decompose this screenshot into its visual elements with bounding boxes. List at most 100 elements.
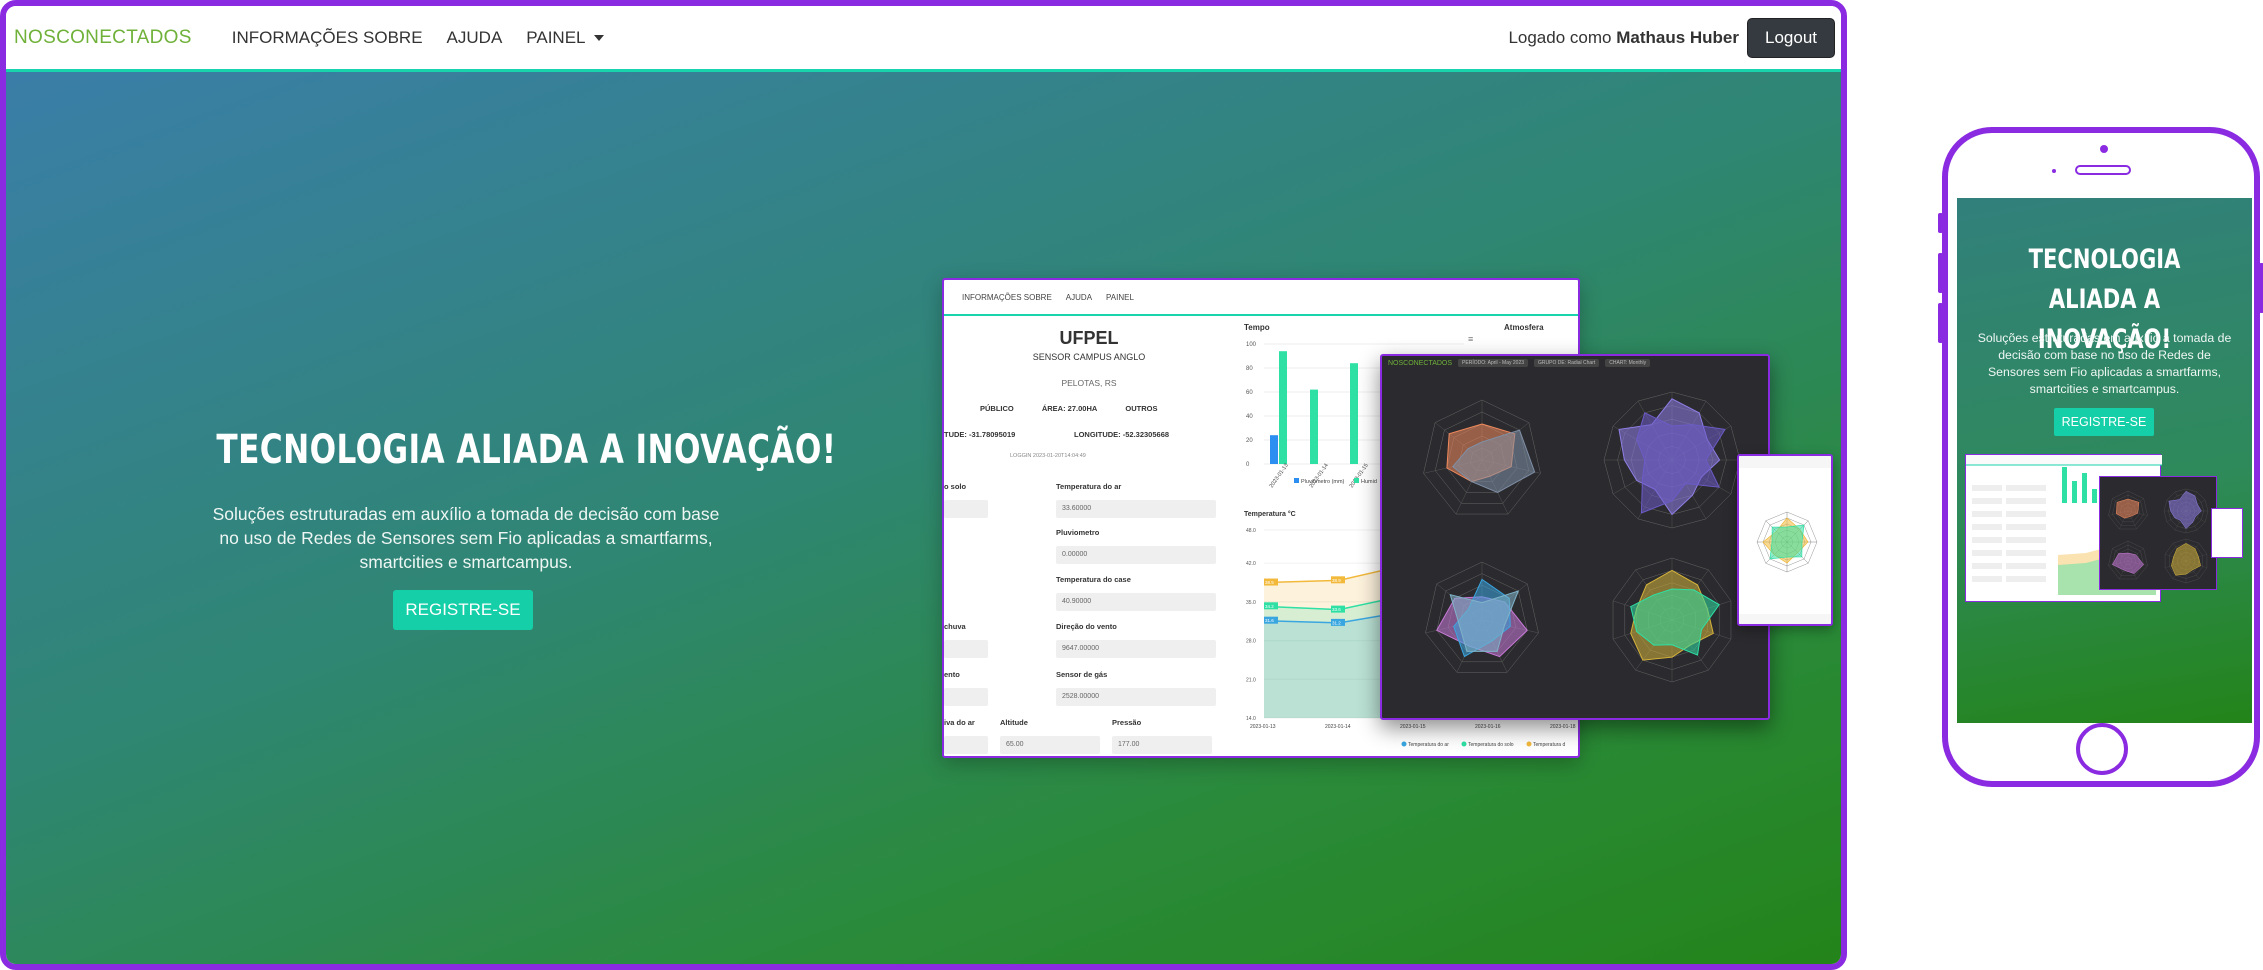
nav-dropdown-painel[interactable]: PAINEL <box>526 27 604 48</box>
preview-field-input: 2528.00000 <box>1056 688 1216 706</box>
data-label: 38.9 <box>1332 578 1341 583</box>
nav-dropdown-label: PAINEL <box>526 27 586 47</box>
navbar: NOSCONECTADOS INFORMAÇÕES SOBRE AJUDA PA… <box>6 6 1841 72</box>
phone-screen: TECNOLOGIA ALIADA A INOVAÇÃO! Soluções e… <box>1957 198 2252 723</box>
preview-field-input: 9647.00000 <box>1056 640 1216 658</box>
radar-charts <box>1423 391 1741 683</box>
preview-field-label: iva do ar <box>944 718 975 727</box>
mini-field <box>2006 537 2046 543</box>
y-tick-label: 14.0 <box>1246 716 1256 722</box>
chart-title: Temperatura °C <box>1244 510 1296 518</box>
bar-humid <box>1310 389 1318 464</box>
x-tick-label: 2023-01-13 <box>1250 724 1276 730</box>
user-name: Mathaus Huber <box>1616 27 1739 47</box>
mini-field <box>2006 511 2046 517</box>
legend-label: Temperatura do ar <box>1408 742 1449 748</box>
phone-dark-preview <box>2099 476 2217 590</box>
phone-side-button <box>1938 253 1943 293</box>
dark-dashboard-preview: NOSCONECTADOS PERÍODO: April - May 2023 … <box>1380 354 1770 720</box>
preview-field-label: Direção do vento <box>1056 622 1117 631</box>
mini-bar <box>2062 467 2067 503</box>
dark-filter-pill: PERÍODO: April - May 2023 <box>1458 359 1529 367</box>
data-label: 31.6 <box>1265 618 1274 623</box>
mini-bar <box>2092 489 2097 503</box>
x-tick-label: 2023-01-14 <box>1325 724 1351 730</box>
phone-register-button[interactable]: REGISTRE-SE <box>2054 408 2154 436</box>
mini-field <box>2006 576 2046 582</box>
chart-right-label: Atmosfera <box>1504 323 1544 332</box>
mini-radar-series <box>1769 524 1805 560</box>
legend-label: Pluviometro (mm) <box>1301 479 1345 485</box>
hero-subtitle: Soluções estruturadas em auxílio a tomad… <box>212 504 720 572</box>
bar-pluviometro <box>1270 435 1278 464</box>
mini-radar-chart <box>1739 456 1831 624</box>
mini-bar <box>2082 473 2087 503</box>
dark-filter-pill: GRUPO DE: Radial Chart <box>1534 359 1600 367</box>
preview-stat: PÚBLICO <box>980 404 1014 413</box>
y-tick-label: 80 <box>1246 366 1253 372</box>
logout-button[interactable]: Logout <box>1747 17 1835 58</box>
mini-field <box>1972 524 2002 530</box>
desktop-frame: NOSCONECTADOS INFORMAÇÕES SOBRE AJUDA PA… <box>0 0 1847 970</box>
phone-side-button <box>1938 303 1943 343</box>
phone-dark-graphic <box>2108 488 2209 584</box>
legend-marker <box>1461 741 1467 747</box>
mini-field <box>2006 563 2046 569</box>
preview-city: PELOTAS, RS <box>1061 378 1117 388</box>
mini-field <box>1972 563 2002 569</box>
phone-title-line: TECNOLOGIA ALIADA A <box>2028 244 2181 315</box>
phone-side-button <box>2259 263 2263 313</box>
y-tick-label: 42.0 <box>1246 561 1256 567</box>
x-tick-label: 2023-01-16 <box>1475 724 1501 730</box>
y-tick-label: 20 <box>1246 438 1253 444</box>
phone-speaker <box>2075 165 2131 175</box>
dark-preview-brand: NOSCONECTADOS <box>1388 359 1453 367</box>
preview-nav-link: INFORMAÇÕES SOBRE <box>962 292 1052 302</box>
preview-station-name: UFPEL <box>1059 328 1119 348</box>
nav-link-informacoes[interactable]: INFORMAÇÕES SOBRE <box>232 28 423 48</box>
legend-label: Temperatura d <box>1533 742 1565 748</box>
mini-radar-series <box>2168 490 2202 529</box>
legend-label: Humid <box>1361 479 1377 485</box>
mini-field <box>1972 498 2002 504</box>
preview-station-panel: UFPEL SENSOR CAMPUS ANGLO PELOTAS, RS PÚ… <box>944 318 1234 756</box>
dark-preview-topbar: NOSCONECTADOS PERÍODO: April - May 2023 … <box>1382 356 1768 370</box>
mini-mobile-preview <box>1737 454 1833 626</box>
dark-filter-pill: CHART: Monthly <box>1605 359 1651 367</box>
y-tick-label: 35.0 <box>1246 600 1256 606</box>
preview-nav: INFORMAÇÕES SOBRE AJUDA PAINEL <box>944 280 1578 316</box>
preview-field-input <box>944 688 988 706</box>
preview-field-label: Temperatura do ar <box>1056 482 1122 491</box>
mini-nav <box>1966 455 2162 465</box>
hero-title: TECNOLOGIA ALIADA A INOVAÇÃO! <box>216 427 837 473</box>
preview-field-input <box>944 736 988 754</box>
legend-swatch <box>1354 478 1359 483</box>
legend-label: Temperatura do solo <box>1468 742 1514 748</box>
preview-field-label: chuva <box>944 622 966 631</box>
brand-logo[interactable]: NOSCONECTADOS <box>14 27 192 49</box>
mini-field <box>1972 576 2002 582</box>
mini-field <box>1972 537 2002 543</box>
preview-field-input: 65.00 <box>1000 736 1100 754</box>
register-button[interactable]: REGISTRE-SE <box>393 590 533 630</box>
nav-link-ajuda[interactable]: AJUDA <box>447 28 503 48</box>
preview-log: LOGGIN 2023-01-20T14:04:49 <box>1010 453 1086 459</box>
phone-home-button[interactable] <box>2076 723 2128 775</box>
bar-humid <box>1350 363 1358 464</box>
preview-field-input: 40.90000 <box>1056 593 1216 611</box>
legend-marker <box>1526 741 1532 747</box>
y-tick-label: 48.0 <box>1246 528 1256 534</box>
logged-prefix: Logado como <box>1508 27 1612 47</box>
mini-header <box>1739 456 1831 468</box>
x-tick-label: 2023-01-18 <box>1550 724 1576 730</box>
preview-field-label: ento <box>944 670 960 679</box>
mini-field <box>1972 511 2002 517</box>
page: NOSCONECTADOS INFORMAÇÕES SOBRE AJUDA PA… <box>0 0 2263 970</box>
preview-field-label: Pluviometro <box>1056 528 1100 537</box>
chart-title: Tempo <box>1244 323 1270 332</box>
mini-footer <box>1739 614 1831 624</box>
preview-field-label: Temperatura do case <box>1056 575 1131 584</box>
logged-in-text: Logado como Mathaus Huber <box>1508 28 1739 48</box>
mini-bar <box>2072 481 2077 503</box>
preview-field-label: Sensor de gás <box>1056 670 1108 679</box>
